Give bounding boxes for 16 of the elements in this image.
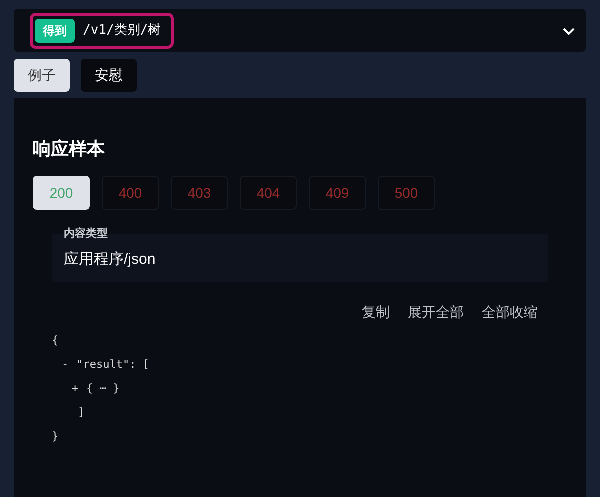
action-link[interactable]: 全部收缩 [482,302,538,323]
section-title: 响应样本 [33,138,106,161]
tab[interactable]: 例子 [14,59,70,92]
toggle-button[interactable]: + [72,380,79,398]
action-link[interactable]: 复制 [362,302,390,323]
toggle-button[interactable]: - [62,356,69,374]
json-line: ] [78,404,85,421]
endpoint-path: /v1/类别/树 [83,22,162,40]
tab[interactable]: 安慰 [81,59,137,92]
json-line: "result": [ [76,356,150,373]
json-line: } [52,428,59,445]
json-line: { ⋯ } [86,380,120,397]
action-link[interactable]: 展开全部 [408,302,464,323]
json-line: { [52,332,59,349]
endpoint-header[interactable]: 得到 /v1/类别/树 [14,9,586,52]
method-badge: 得到 [35,18,75,42]
